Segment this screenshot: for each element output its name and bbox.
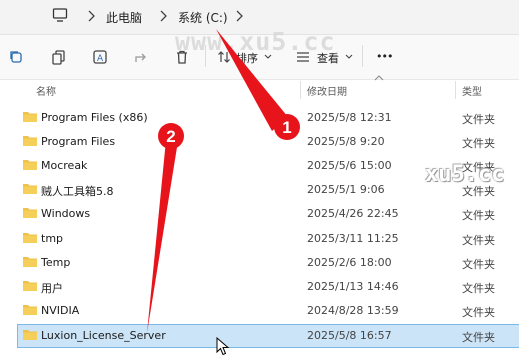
list-item-selected[interactable]: Luxion_License_Server 2025/5/8 16:57 文件夹 bbox=[17, 324, 519, 348]
chevron-down-icon[interactable] bbox=[345, 54, 353, 60]
column-divider[interactable] bbox=[455, 81, 456, 99]
svg-text:A: A bbox=[97, 54, 104, 64]
file-modified: 2025/4/26 22:45 bbox=[307, 207, 399, 220]
watermark-top: www.xu5.cc bbox=[175, 27, 336, 56]
file-name: Windows bbox=[41, 207, 91, 220]
rename-icon: A bbox=[93, 50, 107, 64]
column-name[interactable]: 名称 bbox=[36, 83, 56, 98]
folder-icon bbox=[23, 233, 37, 243]
column-divider[interactable] bbox=[300, 81, 301, 99]
sort-up-icon bbox=[374, 75, 384, 81]
file-modified: 2025/5/8 12:31 bbox=[307, 111, 392, 124]
file-type: 文件夹 bbox=[462, 306, 495, 319]
file-name: Temp bbox=[41, 256, 71, 269]
list-item[interactable]: Program Files 2025/5/8 9:20 文件夹 bbox=[18, 131, 519, 153]
file-type: 文件夹 bbox=[462, 234, 495, 247]
list-item[interactable]: NVIDIA 2024/8/28 13:59 文件夹 bbox=[18, 300, 519, 322]
toolbar-divider bbox=[362, 45, 363, 67]
folder-icon bbox=[23, 330, 37, 340]
file-modified: 2025/5/1 9:06 bbox=[307, 183, 385, 196]
list-item[interactable]: Program Files (x86) 2025/5/8 12:31 文件夹 bbox=[18, 107, 519, 129]
file-type: 文件夹 bbox=[462, 209, 495, 222]
folder-icon bbox=[23, 257, 37, 267]
folder-icon bbox=[23, 281, 37, 291]
file-name: Luxion_License_Server bbox=[41, 329, 166, 342]
file-modified: 2025/1/13 14:46 bbox=[307, 280, 399, 293]
breadcrumb-this-pc[interactable]: 此电脑 bbox=[106, 9, 142, 26]
list-item[interactable]: tmp 2025/3/11 11:25 文件夹 bbox=[18, 228, 519, 250]
copy-path-button[interactable] bbox=[6, 47, 26, 67]
folder-icon bbox=[23, 208, 37, 218]
file-name: 贼人工具箱5.8 bbox=[41, 185, 114, 198]
file-name: Mocreak bbox=[41, 159, 88, 172]
file-modified: 2025/3/11 11:25 bbox=[307, 232, 399, 245]
mouse-cursor-icon bbox=[216, 337, 230, 356]
file-name: NVIDIA bbox=[41, 304, 80, 317]
file-name: 用户 bbox=[41, 282, 63, 295]
file-modified: 2024/8/28 13:59 bbox=[307, 304, 399, 317]
file-modified: 2025/2/6 18:00 bbox=[307, 256, 392, 269]
folder-icon bbox=[23, 184, 37, 194]
chevron-right-icon[interactable] bbox=[158, 10, 168, 22]
file-type: 文件夹 bbox=[462, 258, 495, 271]
column-type[interactable]: 类型 bbox=[462, 83, 482, 98]
folder-icon bbox=[23, 305, 37, 315]
column-header: 名称 修改日期 类型 bbox=[0, 75, 519, 102]
breadcrumb-system-drive[interactable]: 系统 (C:) bbox=[178, 9, 228, 26]
file-type: 文件夹 bbox=[462, 137, 495, 150]
rename-button[interactable]: A bbox=[90, 47, 110, 67]
list-item[interactable]: Temp 2025/2/6 18:00 文件夹 bbox=[18, 252, 519, 274]
copy-icon bbox=[10, 51, 22, 63]
share-button[interactable] bbox=[131, 47, 151, 67]
chevron-right-icon[interactable] bbox=[234, 10, 244, 22]
file-name: Program Files (x86) bbox=[41, 111, 148, 124]
chevron-right-icon[interactable] bbox=[86, 10, 96, 22]
folder-icon bbox=[23, 112, 37, 122]
file-name: tmp bbox=[41, 232, 64, 245]
duplicate-icon bbox=[52, 50, 65, 65]
folder-icon bbox=[23, 160, 37, 170]
file-type: 文件夹 bbox=[462, 282, 495, 295]
list-item[interactable]: 用户 2025/1/13 14:46 文件夹 bbox=[18, 276, 519, 298]
file-type: 文件夹 bbox=[462, 113, 495, 126]
file-modified: 2025/5/6 15:00 bbox=[307, 159, 392, 172]
column-modified[interactable]: 修改日期 bbox=[307, 83, 347, 98]
file-type: 文件夹 bbox=[462, 331, 495, 344]
monitor-icon[interactable] bbox=[52, 7, 68, 23]
folder-icon bbox=[23, 136, 37, 146]
file-name: Program Files bbox=[41, 135, 116, 148]
file-modified: 2025/5/8 9:20 bbox=[307, 135, 385, 148]
share-icon bbox=[135, 53, 146, 62]
more-options-button[interactable]: ••• bbox=[376, 50, 393, 63]
file-modified: 2025/5/8 16:57 bbox=[307, 329, 392, 342]
watermark-side: xu5.cc bbox=[425, 162, 505, 187]
list-item[interactable]: Windows 2025/4/26 22:45 文件夹 bbox=[18, 203, 519, 225]
copy-button[interactable] bbox=[49, 47, 69, 67]
